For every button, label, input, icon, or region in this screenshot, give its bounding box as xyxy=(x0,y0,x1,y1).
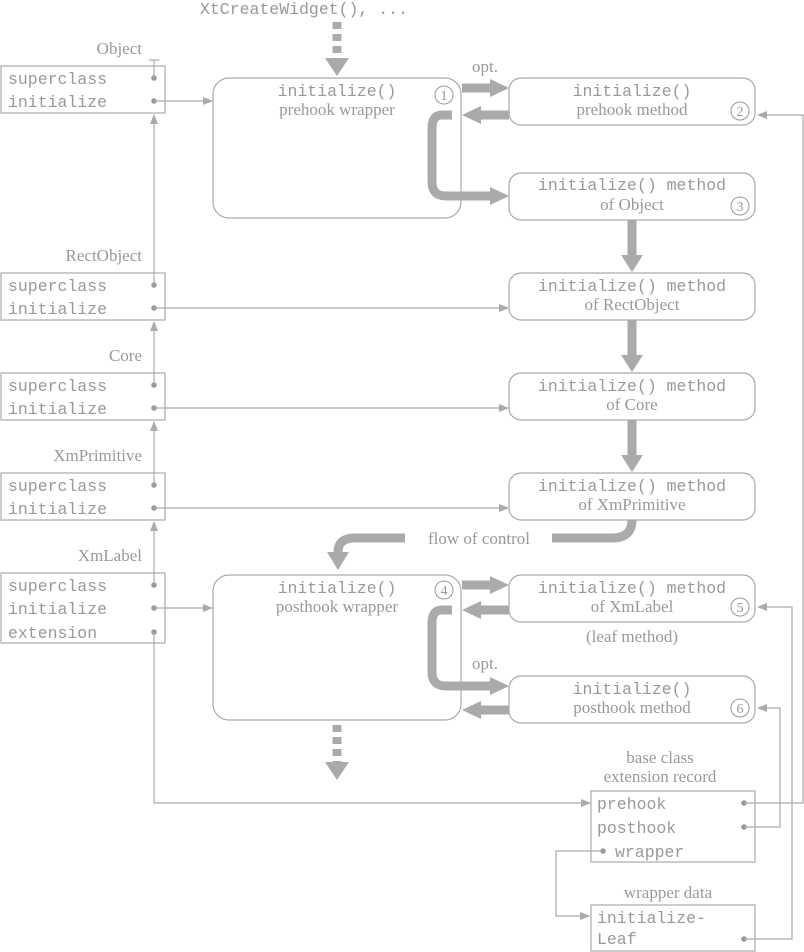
class-object: Object superclass initialize xyxy=(0,39,166,114)
xmlabel-method: initialize() method of XmLabel 5 xyxy=(508,574,756,623)
svg-text:prehook method: prehook method xyxy=(577,100,688,119)
object-method: initialize() method of Object 3 xyxy=(508,172,756,221)
svg-text:of XmLabel: of XmLabel xyxy=(591,597,674,616)
diagram-canvas: XtCreateWidget(), ... Object superclass … xyxy=(0,0,804,952)
posthook-method: initialize() posthook method 6 xyxy=(508,675,756,724)
prehook-method: initialize() prehook method 2 xyxy=(508,77,756,126)
svg-text:of XmPrimitive: of XmPrimitive xyxy=(578,495,685,514)
svg-text:superclass: superclass xyxy=(8,277,107,296)
svg-text:initialize() method: initialize() method xyxy=(538,176,726,195)
opt-label: opt. xyxy=(472,57,498,76)
svg-text:4: 4 xyxy=(441,584,448,599)
posthook-wrapper: initialize() posthook wrapper 4 xyxy=(212,574,462,721)
svg-text:superclass: superclass xyxy=(8,70,107,89)
svg-text:extension: extension xyxy=(8,624,97,643)
xmprimitive-method: initialize() method of XmPrimitive xyxy=(508,472,756,521)
class-core: Core superclass initialize xyxy=(0,346,166,421)
svg-text:of RectObject: of RectObject xyxy=(585,295,680,314)
svg-text:posthook method: posthook method xyxy=(573,698,691,717)
svg-text:superclass: superclass xyxy=(8,477,107,496)
svg-text:initialize(): initialize() xyxy=(573,680,692,699)
class-name: Object xyxy=(97,39,143,58)
svg-text:opt.: opt. xyxy=(472,654,498,673)
svg-text:initialize() method: initialize() method xyxy=(538,377,726,396)
svg-text:of Object: of Object xyxy=(600,195,664,214)
svg-text:initialize: initialize xyxy=(8,93,107,112)
svg-text:initialize: initialize xyxy=(8,600,107,619)
extension-record: base class extension record prehook post… xyxy=(590,748,756,863)
svg-text:initialize() method: initialize() method xyxy=(538,579,726,598)
svg-text:superclass: superclass xyxy=(8,377,107,396)
svg-text:XmPrimitive: XmPrimitive xyxy=(53,446,142,465)
class-xmprimitive: XmPrimitive superclass initialize xyxy=(0,446,166,521)
class-xmlabel: XmLabel superclass initialize extension xyxy=(0,546,166,644)
svg-text:extension record: extension record xyxy=(604,767,717,786)
step-number: 1 xyxy=(441,89,448,104)
svg-text:posthook: posthook xyxy=(597,819,676,838)
svg-text:base class: base class xyxy=(626,748,694,767)
prehook-wrapper: initialize() prehook wrapper 1 xyxy=(212,77,462,219)
svg-text:Leaf: Leaf xyxy=(597,930,637,949)
svg-text:initialize(): initialize() xyxy=(278,579,397,598)
entry-arrow xyxy=(325,22,349,76)
svg-text:initialize() method: initialize() method xyxy=(538,277,726,296)
svg-text:flow of control: flow of control xyxy=(428,529,530,548)
svg-text:Core: Core xyxy=(109,346,142,365)
svg-text:wrapper: wrapper xyxy=(615,843,684,862)
svg-text:of Core: of Core xyxy=(606,395,657,414)
svg-text:initialize: initialize xyxy=(8,300,107,319)
svg-text:3: 3 xyxy=(737,200,744,215)
class-rectobject: RectObject superclass initialize xyxy=(0,246,166,321)
svg-text:2: 2 xyxy=(737,105,744,120)
svg-text:initialize() method: initialize() method xyxy=(538,477,726,496)
leaf-note: (leaf method) xyxy=(586,627,678,646)
entry-label: XtCreateWidget(), ... xyxy=(200,0,408,19)
exit-arrow xyxy=(325,725,349,780)
svg-text:initialize(): initialize() xyxy=(573,82,692,101)
svg-text:wrapper data: wrapper data xyxy=(624,883,713,902)
svg-text:prehook wrapper: prehook wrapper xyxy=(279,100,395,119)
svg-text:6: 6 xyxy=(737,702,744,717)
svg-text:posthook wrapper: posthook wrapper xyxy=(276,597,399,616)
svg-text:initialize: initialize xyxy=(8,500,107,519)
rectobject-method: initialize() method of RectObject xyxy=(508,272,756,321)
wrapper-data: wrapper data initialize- Leaf xyxy=(590,883,756,952)
svg-text:initialize: initialize xyxy=(8,400,107,419)
svg-text:initialize-: initialize- xyxy=(597,909,706,928)
core-method: initialize() method of Core xyxy=(508,372,756,421)
svg-text:prehook: prehook xyxy=(597,795,666,814)
flow-of-control: flow of control xyxy=(327,519,637,570)
svg-text:superclass: superclass xyxy=(8,577,107,596)
svg-text:initialize(): initialize() xyxy=(278,82,397,101)
svg-text:RectObject: RectObject xyxy=(66,246,143,265)
svg-text:5: 5 xyxy=(737,601,744,616)
svg-text:XmLabel: XmLabel xyxy=(78,546,142,565)
